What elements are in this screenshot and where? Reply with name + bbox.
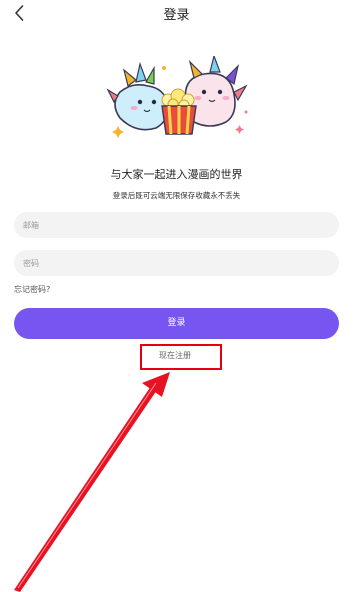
- password-field[interactable]: [14, 250, 339, 276]
- popcorn-bucket: [161, 88, 197, 135]
- email-field[interactable]: [14, 212, 339, 238]
- welcome-subline: 登录后既可云端无限保存收藏永不丢失: [112, 191, 241, 200]
- login-button[interactable]: 登录: [14, 308, 339, 339]
- password-field-container: [14, 250, 339, 276]
- top-bar: 登录: [0, 0, 353, 26]
- welcome-headline: 与大家一起进入漫画的世界: [110, 168, 243, 181]
- email-field-container: [14, 212, 339, 238]
- page-title: 登录: [163, 8, 190, 23]
- mascot-illustration: [106, 56, 248, 138]
- left-creature: [106, 61, 170, 131]
- forgot-password-link[interactable]: 忘记密码?: [14, 284, 50, 295]
- register-link[interactable]: 现在注册: [159, 350, 191, 361]
